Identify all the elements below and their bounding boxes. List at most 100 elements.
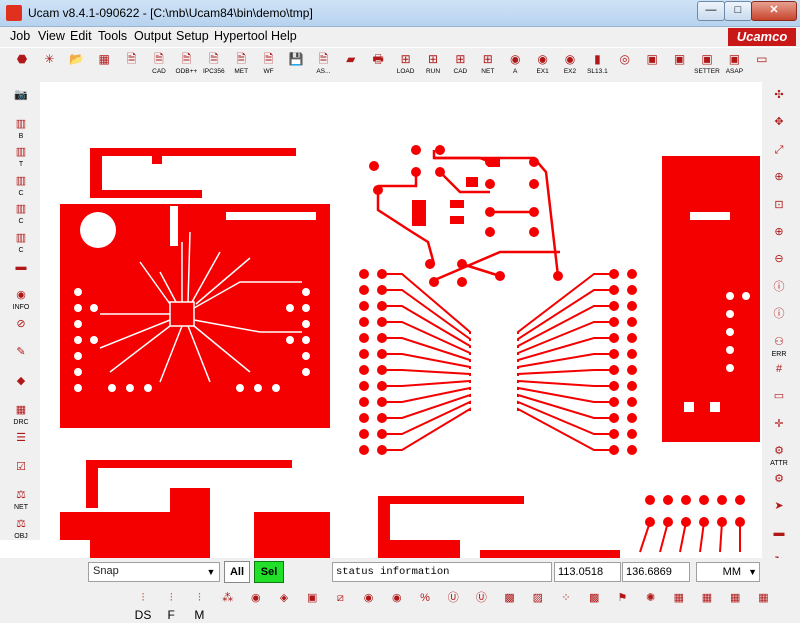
- chevron-down-icon[interactable]: ▼: [203, 563, 219, 581]
- panel-view-button[interactable]: ▣: [668, 50, 692, 80]
- document-button[interactable]: 🗎: [120, 50, 144, 80]
- list-button[interactable]: ☰: [9, 429, 33, 453]
- snap-cross-button[interactable]: ✛: [767, 415, 791, 439]
- grid-button[interactable]: #: [767, 360, 791, 384]
- flag-button[interactable]: ▭: [767, 387, 791, 411]
- stop-sign-button[interactable]: ⬣: [10, 50, 34, 80]
- film-strip-button[interactable]: ▬: [9, 258, 33, 282]
- menu-help[interactable]: Help: [271, 29, 297, 43]
- menu-job[interactable]: Job: [10, 29, 30, 43]
- menu-hypertool[interactable]: Hypertool: [214, 29, 268, 43]
- menu-output[interactable]: Output: [134, 29, 172, 43]
- layer-t-button[interactable]: ▥ T: [9, 143, 33, 168]
- drill-button[interactable]: ⁘: [555, 588, 577, 616]
- new-job-button[interactable]: ✳: [37, 50, 61, 80]
- menu-view[interactable]: View: [38, 29, 65, 43]
- info-detail-button[interactable]: ⓘ: [767, 305, 791, 329]
- menu-tools[interactable]: Tools: [98, 29, 127, 43]
- spread-button[interactable]: ⁂: [217, 588, 239, 616]
- wf-button[interactable]: 🗎 WF: [257, 50, 281, 80]
- menu-setup[interactable]: Setup: [176, 29, 209, 43]
- magnet-button[interactable]: Ⓤ: [442, 588, 464, 616]
- slice-button[interactable]: ▮ SL13.1: [585, 50, 609, 80]
- chevron-down-icon[interactable]: ▼: [748, 563, 757, 581]
- eye-ex1-button[interactable]: ◉ EX1: [531, 50, 555, 80]
- met-button[interactable]: 🗎 MET: [229, 50, 253, 80]
- disc-button[interactable]: ◉: [245, 588, 267, 616]
- panel-button[interactable]: ▣: [640, 50, 664, 80]
- green-board-button[interactable]: ▩: [499, 588, 521, 616]
- maximize-button[interactable]: □: [724, 1, 752, 21]
- save-button[interactable]: 💾: [284, 50, 308, 80]
- info-eye-button[interactable]: ◉ INFO: [9, 286, 33, 311]
- pad-button[interactable]: ▩: [583, 588, 605, 616]
- f-button[interactable]: ⫶ F: [160, 588, 182, 622]
- zoom-1-button[interactable]: ⊕: [767, 168, 791, 192]
- open-folder-button[interactable]: 📂: [65, 50, 89, 80]
- print-button[interactable]: 🖶: [366, 50, 390, 80]
- layer-lc-button[interactable]: ▥ C: [9, 200, 33, 225]
- zoom-window-button[interactable]: ⊡: [767, 196, 791, 220]
- pcb-view-2-button[interactable]: ▦: [696, 588, 718, 616]
- scale-obj-button[interactable]: ⚖ OBJ: [9, 515, 33, 540]
- measure-button[interactable]: ⊘: [9, 315, 33, 339]
- stamp-button[interactable]: ▰: [339, 50, 363, 80]
- zoom-out-button[interactable]: ⊖: [767, 250, 791, 274]
- eye-a-button[interactable]: ◉ A: [503, 50, 527, 80]
- laptop-button[interactable]: ▭: [750, 50, 774, 80]
- close-button[interactable]: ✕: [751, 1, 797, 21]
- scale-net-button[interactable]: ⚖ NET: [9, 486, 33, 511]
- net-export-button[interactable]: ⊞ NET: [476, 50, 500, 80]
- run-network-button[interactable]: ⊞ RUN: [421, 50, 445, 80]
- load-network-button[interactable]: ⊞ LOAD: [394, 50, 418, 80]
- asap-button[interactable]: ▣ ASAP: [722, 50, 746, 80]
- pointer-button[interactable]: ➤: [767, 497, 791, 521]
- layer-b-button[interactable]: ▥ B: [9, 115, 33, 140]
- shape-button[interactable]: ◆: [9, 372, 33, 396]
- magnet-target-button[interactable]: Ⓤ: [470, 588, 492, 616]
- skeleton-button[interactable]: ✣: [767, 86, 791, 110]
- pcb-view-4-button[interactable]: ▦: [752, 588, 774, 616]
- ipc-button[interactable]: 🗎 IPC356: [202, 50, 226, 80]
- layer-ic-button[interactable]: ▥ C: [9, 229, 33, 254]
- unit-select[interactable]: MM ▼: [696, 562, 760, 582]
- odb-button[interactable]: 🗎 ODB++: [174, 50, 198, 80]
- eye-select-button[interactable]: ◉: [358, 588, 380, 616]
- eye-ex2-button[interactable]: ◉ EX2: [558, 50, 582, 80]
- pcb-canvas[interactable]: [40, 82, 762, 560]
- save-as-button[interactable]: 🗎 AS...: [311, 50, 335, 80]
- checklist-button[interactable]: ☑: [9, 458, 33, 482]
- flag-red-button[interactable]: ⚑: [611, 588, 633, 616]
- camera-snapshot-button[interactable]: 📷: [9, 86, 33, 110]
- g1-g2-button[interactable]: ▣: [301, 588, 323, 616]
- m-button[interactable]: ⫶ M: [188, 588, 210, 622]
- bug-button[interactable]: ✺: [640, 588, 662, 616]
- pcb-view-3-button[interactable]: ▦: [724, 588, 746, 616]
- info-button[interactable]: ⓘ: [767, 278, 791, 302]
- mask-button[interactable]: ◈: [273, 588, 295, 616]
- menu-edit[interactable]: Edit: [70, 29, 92, 43]
- pcb-view-1-button[interactable]: ▦: [668, 588, 690, 616]
- eye-cut-button[interactable]: ◉: [386, 588, 408, 616]
- ruler-button[interactable]: ▬: [767, 524, 791, 548]
- edit-button[interactable]: ✎: [9, 343, 33, 367]
- photo-button[interactable]: ▨: [527, 588, 549, 616]
- zoom-in-button[interactable]: ⊕: [767, 223, 791, 247]
- ds-button[interactable]: ⫶ DS: [132, 588, 154, 622]
- tool-button[interactable]: ⚙: [767, 470, 791, 494]
- drc-button[interactable]: ▦ DRC: [9, 401, 33, 426]
- attr-button[interactable]: ⚙ ATTR: [767, 442, 791, 467]
- layer-jc-button[interactable]: ▥ C: [9, 172, 33, 197]
- snap-dropdown[interactable]: Snap ▼: [88, 562, 220, 582]
- cad-button[interactable]: 🗎 CAD: [147, 50, 171, 80]
- setter-button[interactable]: ▣ SETTER: [694, 50, 720, 80]
- diagonal-button[interactable]: ⧄: [329, 588, 351, 616]
- pan-button[interactable]: ✥: [767, 113, 791, 137]
- layers-button[interactable]: ▦: [92, 50, 116, 80]
- select-all-button[interactable]: All: [224, 561, 250, 583]
- cad-export-button[interactable]: ⊞ CAD: [448, 50, 472, 80]
- binoculars-button[interactable]: ⚇ ERR: [767, 333, 791, 358]
- camera-button[interactable]: ◎: [613, 50, 637, 80]
- percent-button[interactable]: %: [414, 588, 436, 616]
- fit-button[interactable]: ⤢: [767, 141, 791, 165]
